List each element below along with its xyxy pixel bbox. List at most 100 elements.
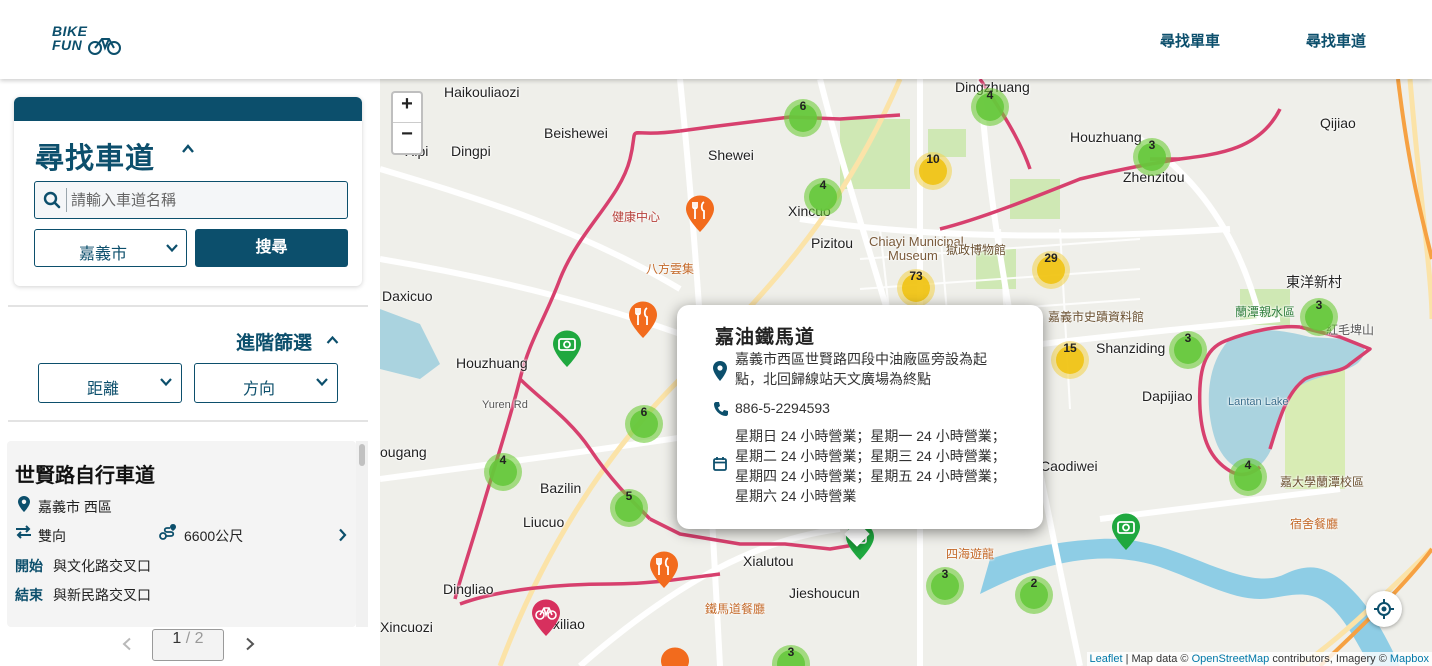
mapbox-link[interactable]: Mapbox: [1390, 653, 1429, 665]
place-dorm-restaurant: 宿舍餐廳: [1290, 517, 1339, 531]
route-end-label: 結束: [15, 587, 43, 603]
bike-route-start-marker-icon[interactable]: [530, 599, 562, 637]
cluster-marker[interactable]: 10: [914, 152, 952, 190]
popup-hours-line4: 星期六 24 小時營業: [735, 488, 857, 504]
collapse-chevron-up-icon[interactable]: [182, 143, 194, 155]
popup-title: 嘉油鐵馬道: [715, 327, 816, 348]
cluster-marker[interactable]: 6: [625, 405, 663, 443]
restaurant-marker-icon[interactable]: [627, 301, 659, 339]
place-jieshoucun: Jieshoucun: [789, 585, 860, 601]
nav-find-route[interactable]: 尋找車道: [1306, 30, 1366, 51]
chevron-down-icon: [166, 244, 178, 253]
locate-me-button[interactable]: [1366, 591, 1402, 627]
list-scrollbar-thumb[interactable]: [359, 444, 365, 466]
route-start-label: 開始: [15, 558, 43, 574]
page-total: 2: [194, 630, 204, 647]
osm-link[interactable]: OpenStreetMap: [1192, 653, 1270, 665]
route-name: 世賢路自行車道: [15, 465, 155, 487]
place-lantan-campus: 嘉大學蘭潭校區: [1280, 475, 1365, 489]
restaurant-marker-icon[interactable]: [659, 647, 691, 666]
phone-icon: [714, 402, 728, 416]
logo-line2: FUN: [52, 37, 83, 53]
restaurant-marker-icon[interactable]: [684, 195, 716, 233]
place-prison-museum: 獄政博物館: [946, 243, 1007, 257]
calendar-icon: [713, 457, 727, 471]
chevron-down-icon: [160, 378, 172, 387]
popup-hours-line3: 星期四 24 小時營業；星期五 24 小時營業；: [735, 468, 1006, 484]
zoom-in-button[interactable]: +: [393, 93, 421, 123]
search-title: 尋找車道: [35, 143, 156, 175]
cluster-marker[interactable]: 15: [1051, 341, 1089, 379]
place-history-hall: 嘉義市史蹟資料館: [1048, 310, 1145, 324]
place-dingliao: Dingliao: [443, 581, 494, 597]
distance-select[interactable]: 距離: [38, 363, 182, 403]
route-direction: 雙向: [38, 528, 66, 544]
route-popup: 嘉油鐵馬道 嘉義市西區世賢路四段中油廠區旁設為起 點，北回歸線站天文廣場為終點 …: [677, 305, 1043, 529]
divider: [8, 305, 368, 307]
place-qijiao: Qijiao: [1320, 115, 1356, 131]
zoom-control: + −: [391, 91, 423, 155]
next-page-chevron-icon[interactable]: [244, 637, 256, 651]
prev-page-chevron-icon[interactable]: [121, 637, 133, 651]
cluster-marker[interactable]: 4: [484, 453, 522, 491]
search-icon: [43, 191, 61, 209]
chevron-right-icon[interactable]: [338, 528, 347, 542]
place-lantan-water: 蘭潭親水區: [1235, 305, 1296, 319]
place-daxicuo: Daxicuo: [382, 288, 433, 304]
restaurant-marker-icon[interactable]: [648, 551, 680, 589]
cluster-marker[interactable]: 3: [926, 567, 964, 605]
cluster-marker[interactable]: 2: [1015, 576, 1053, 614]
route-distance-icon: [159, 524, 176, 540]
place-haikouliaozi: Haikouliaozi: [444, 84, 520, 100]
zoom-out-button[interactable]: −: [393, 123, 421, 153]
map[interactable]: Haikouliaozi Dingzhuang Beishewei Xipi D…: [380, 79, 1432, 666]
place-bafang: 八方雲集: [646, 262, 695, 276]
search-card-accent: [14, 97, 362, 121]
page-current: 1: [172, 630, 182, 647]
divider: [8, 420, 368, 422]
city-select[interactable]: 嘉義市: [34, 229, 187, 267]
crosshair-icon: [1374, 599, 1394, 619]
advanced-collapse-chevron-icon[interactable]: [326, 335, 339, 345]
place-pizitou: Pizitou: [811, 235, 854, 251]
place-xialutou: Xialutou: [743, 553, 794, 569]
list-scrollbar[interactable]: [356, 441, 368, 627]
route-name-input[interactable]: [71, 184, 341, 216]
cluster-marker[interactable]: 3: [1300, 298, 1338, 336]
search-card: 尋找車道 嘉義市 搜尋: [14, 97, 362, 286]
advanced-filter-label[interactable]: 進階篩選: [236, 328, 312, 355]
place-sihai: 四海遊龍: [946, 547, 995, 561]
search-button[interactable]: 搜尋: [195, 229, 348, 267]
popup-address-line2: 點，北回歸線站天文廣場為終點: [735, 371, 931, 387]
cluster-marker[interactable]: 3: [1169, 331, 1207, 369]
place-dongyang: 東洋新村: [1286, 274, 1342, 290]
location-pin-icon: [713, 361, 727, 381]
route-start-value: 與文化路交叉口: [53, 558, 151, 574]
place-liucuo: Liucuo: [523, 514, 565, 530]
cluster-marker[interactable]: 73: [897, 269, 935, 307]
leaflet-link[interactable]: Leaflet: [1090, 653, 1123, 665]
cluster-marker[interactable]: 4: [1229, 458, 1267, 496]
popup-hours-line2: 星期二 24 小時營業；星期三 24 小時營業；: [735, 448, 1006, 464]
cluster-marker[interactable]: 5: [610, 489, 648, 527]
place-houzhuang-ne: Houzhuang: [1070, 129, 1142, 145]
place-yuren-rd: Yuren Rd: [482, 399, 528, 411]
nav-find-bike[interactable]: 尋找單車: [1160, 30, 1220, 51]
place-tiedao-restaurant: 鐵馬道餐廳: [705, 602, 766, 616]
direction-select-label: 方向: [242, 381, 275, 398]
cluster-marker[interactable]: 29: [1032, 251, 1070, 289]
cluster-marker[interactable]: 3: [1133, 138, 1171, 176]
route-card[interactable]: 世賢路自行車道 嘉義市 西區 雙向 6600公尺 開始 與文化路交叉口 結束 與…: [7, 441, 356, 627]
place-shanziding: Shanziding: [1096, 340, 1166, 356]
direction-select[interactable]: 方向: [194, 363, 338, 403]
scenic-spot-marker-icon[interactable]: [1110, 513, 1142, 551]
bikefun-logo[interactable]: BIKE FUN: [52, 24, 124, 56]
cluster-marker[interactable]: 6: [784, 99, 822, 137]
route-end-value: 與新民路交叉口: [53, 587, 151, 603]
route-location: 嘉義市 西區: [38, 499, 112, 515]
cluster-marker[interactable]: 4: [971, 88, 1009, 126]
cluster-marker[interactable]: 4: [804, 178, 842, 216]
scenic-spot-marker-icon[interactable]: [551, 330, 583, 368]
map-attribution: Leaflet | Map data © OpenStreetMap contr…: [1086, 652, 1432, 666]
place-dapijiao: Dapijiao: [1142, 388, 1193, 404]
